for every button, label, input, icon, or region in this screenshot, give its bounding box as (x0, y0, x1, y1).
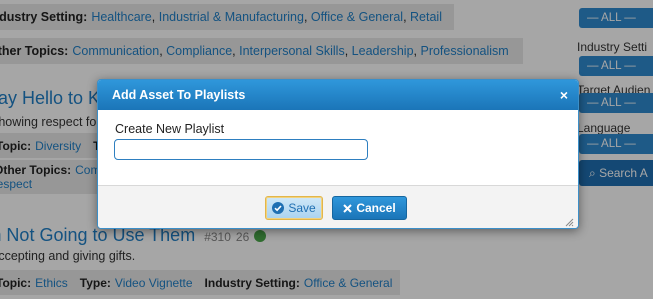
cancel-button-label: Cancel (356, 201, 396, 215)
dialog-header: Add Asset To Playlists × (98, 80, 578, 110)
cancel-button[interactable]: Cancel (332, 196, 407, 220)
dialog-footer: Save Cancel (98, 185, 578, 228)
create-playlist-label: Create New Playlist (115, 122, 225, 136)
check-circle-icon (272, 202, 285, 214)
close-x-icon (343, 203, 353, 213)
resize-handle-icon[interactable] (564, 214, 574, 227)
close-icon[interactable]: × (560, 80, 568, 110)
save-button[interactable]: Save (265, 196, 323, 220)
add-to-playlist-dialog: Add Asset To Playlists × Create New Play… (97, 79, 579, 229)
dialog-title: Add Asset To Playlists (112, 88, 246, 102)
new-playlist-input[interactable] (114, 139, 368, 160)
save-button-label: Save (288, 201, 316, 215)
